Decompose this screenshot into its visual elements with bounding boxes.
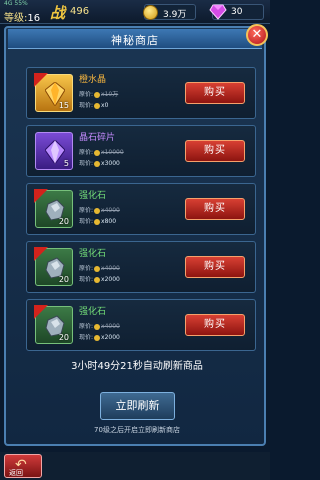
orig-label: 原价:: [79, 265, 94, 272]
shop-item: 5 晶石碎片 原价: x10000 现价: x3000 购买: [26, 125, 256, 177]
level-value: 16: [27, 13, 41, 24]
cur-value: x3000: [101, 160, 120, 167]
back-label: 返回: [9, 469, 23, 477]
coin-icon: [94, 207, 101, 214]
coin-icon: [94, 334, 101, 341]
original-price: 原价: x10万: [79, 89, 118, 98]
cur-value: x2000: [101, 334, 120, 341]
coin-value: 3.9万: [163, 10, 187, 20]
cur-label: 现价:: [79, 102, 94, 109]
buy-button[interactable]: 购买: [185, 256, 245, 278]
refresh-now-button[interactable]: 立即刷新: [100, 392, 175, 420]
orig-value: x10万: [101, 91, 119, 98]
buy-button[interactable]: 购买: [185, 82, 245, 104]
original-price: 原价: x4000: [79, 263, 120, 272]
orig-label: 原价:: [79, 149, 94, 156]
coin-icon: [94, 323, 101, 330]
orig-label: 原价:: [79, 323, 94, 330]
item-name: 晶石碎片: [79, 133, 116, 143]
item-name: 强化石: [79, 191, 107, 201]
refresh-hint: 70级之后开启立即刷新商店: [94, 426, 180, 434]
current-price: 现价: x3000: [79, 158, 120, 167]
coin-icon: [94, 265, 101, 272]
level-display: 等级:16: [4, 9, 40, 24]
panel-title-bar: 神秘商店: [8, 29, 262, 49]
original-price: 原价: x4000: [79, 321, 120, 330]
current-price: 现价: x2000: [79, 274, 120, 283]
item-quantity: 5: [63, 159, 69, 168]
buy-button[interactable]: 购买: [185, 140, 245, 162]
enhance-stone-icon: 20: [34, 247, 73, 286]
power-value: 496: [70, 6, 90, 17]
coin-icon: [94, 160, 101, 167]
shop-item: 15 橙水晶 原价: x10万 现价: x0 购买: [26, 67, 256, 119]
coin-icon: [143, 5, 158, 20]
cur-label: 现价:: [79, 160, 94, 167]
orange-crystal-icon: 15: [34, 73, 73, 112]
power-icon: 战: [50, 4, 66, 22]
refresh-countdown: 3小时49分21秒自动刷新商品: [71, 361, 203, 372]
coin-icon: [94, 149, 101, 156]
item-name: 橙水晶: [79, 75, 107, 85]
crystal-shard-icon: 5: [35, 132, 73, 170]
original-price: 原价: x10000: [79, 147, 124, 156]
cur-value: x0: [101, 102, 109, 109]
item-quantity: 20: [58, 333, 69, 342]
mystery-shop-panel: 神秘商店 ✕ 15 橙水晶 原价: x10万 现价: x0 购买 5 晶石碎片 原价…: [4, 24, 268, 446]
level-label: 等级:: [4, 13, 28, 24]
item-quantity: 20: [58, 217, 69, 226]
current-price: 现价: x2000: [79, 332, 120, 341]
gem-value: 30: [231, 7, 243, 17]
cur-label: 现价:: [79, 276, 94, 283]
shop-item: 20 强化石 原价: x4000 现价: x2000 购买: [26, 241, 256, 293]
signal-text: 4G 55%: [4, 0, 28, 7]
orig-value: x4000: [101, 323, 120, 330]
orig-value: x10000: [101, 149, 124, 156]
orig-label: 原价:: [79, 207, 94, 214]
coin-icon: [94, 91, 101, 98]
gem-counter[interactable]: 30: [209, 4, 264, 20]
current-price: 现价: x800: [79, 216, 116, 225]
coin-icon: [94, 218, 101, 225]
current-price: 现价: x0: [79, 100, 108, 109]
item-name: 强化石: [79, 249, 107, 259]
cur-label: 现价:: [79, 218, 94, 225]
buy-button[interactable]: 购买: [185, 198, 245, 220]
item-name: 强化石: [79, 307, 107, 317]
enhance-stone-icon: 20: [34, 189, 73, 228]
status-bar: 4G 55% 等级:16 战 496 3.9万 30: [0, 0, 270, 24]
cur-value: x2000: [101, 276, 120, 283]
crystal-icon: [45, 140, 65, 164]
gem-icon: [209, 4, 227, 20]
enhance-stone-icon: 20: [34, 305, 73, 344]
coin-counter[interactable]: 3.9万: [143, 4, 196, 20]
cur-label: 现价:: [79, 334, 94, 341]
orig-label: 原价:: [79, 91, 94, 98]
item-quantity: 15: [58, 101, 69, 110]
page-title: 神秘商店: [111, 34, 159, 47]
cur-value: x800: [101, 218, 117, 225]
original-price: 原价: x4000: [79, 205, 120, 214]
back-button[interactable]: ↶ 返回: [4, 454, 42, 478]
shop-item: 20 强化石 原价: x4000 现价: x800 购买: [26, 183, 256, 235]
orig-value: x4000: [101, 265, 120, 272]
item-quantity: 20: [58, 275, 69, 284]
coin-icon: [94, 102, 101, 109]
coin-icon: [94, 276, 101, 283]
orig-value: x4000: [101, 207, 120, 214]
buy-button[interactable]: 购买: [185, 314, 245, 336]
close-button[interactable]: ✕: [246, 24, 268, 46]
shop-item: 20 强化石 原价: x4000 现价: x2000 购买: [26, 299, 256, 351]
